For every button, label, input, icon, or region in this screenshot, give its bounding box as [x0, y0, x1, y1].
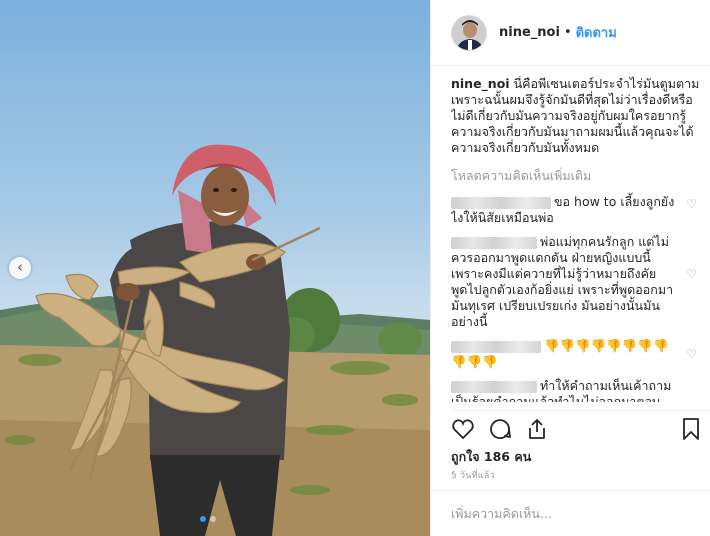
like-count[interactable]: ถูกใจ 186 คน — [451, 447, 531, 467]
post-photo[interactable]: ‹ — [0, 0, 430, 536]
post-side-panel: nine_noi • ติดตาม nine_noi นี่คือพีเซนเตอ… — [430, 0, 710, 536]
carousel-dots — [200, 516, 216, 522]
heart-small-icon[interactable]: ♡ — [686, 346, 697, 362]
comment-item: 👎👎👎👎👎👎👎👎👎👎👎 ♡ — [451, 338, 703, 370]
blurred-username[interactable] — [451, 340, 541, 353]
load-more-comments-button[interactable]: โหลดความคิดเห็นเพิ่มเติม — [451, 166, 703, 186]
follow-button[interactable]: ติดตาม — [576, 22, 617, 43]
photo-illustration — [0, 144, 430, 536]
add-comment-input[interactable] — [451, 503, 691, 523]
blurred-username[interactable] — [451, 196, 551, 209]
comment-item: พ่อแม่ทุกคนรักลูก แต่ไม่ควรออกมาพูดแดกดั… — [451, 234, 703, 330]
post-caption: nine_noi นี่คือพีเซนเตอร์ประจำไร่มันตูมตา… — [451, 76, 703, 156]
bookmark-icon[interactable] — [679, 417, 703, 441]
comment-item: ทำให้คำถามเห็นเค้าถาม เป็นร้อยคำถามแล้วท… — [451, 378, 703, 402]
comment-icon[interactable] — [488, 417, 512, 441]
header-username[interactable]: nine_noi — [499, 25, 560, 40]
carousel-dot — [210, 516, 216, 522]
blurred-username[interactable] — [451, 236, 537, 249]
comments-list[interactable]: nine_noi นี่คือพีเซนเตอร์ประจำไร่มันตูมตา… — [451, 76, 703, 402]
header-separator: • — [563, 25, 572, 40]
caption-username[interactable]: nine_noi — [451, 76, 510, 91]
share-icon[interactable] — [525, 417, 549, 441]
avatar-image — [452, 15, 486, 50]
post-timestamp: 5 วันที่แล้ว — [451, 471, 495, 481]
heart-small-icon[interactable]: ♡ — [686, 196, 697, 212]
action-bar — [451, 410, 710, 442]
post-header: nine_noi • ติดตาม — [431, 0, 710, 66]
heart-icon[interactable] — [451, 417, 475, 441]
heart-small-icon[interactable]: ♡ — [686, 266, 697, 282]
avatar[interactable] — [451, 14, 487, 51]
carousel-dot — [200, 516, 206, 522]
add-comment-area — [431, 490, 710, 536]
blurred-username[interactable] — [451, 380, 537, 393]
carousel-prev-button[interactable]: ‹ — [9, 257, 31, 279]
comment-item: ขอ how to เลี้ยงลูกยังไงให้นิสัยเหมือนพ่… — [451, 194, 703, 226]
